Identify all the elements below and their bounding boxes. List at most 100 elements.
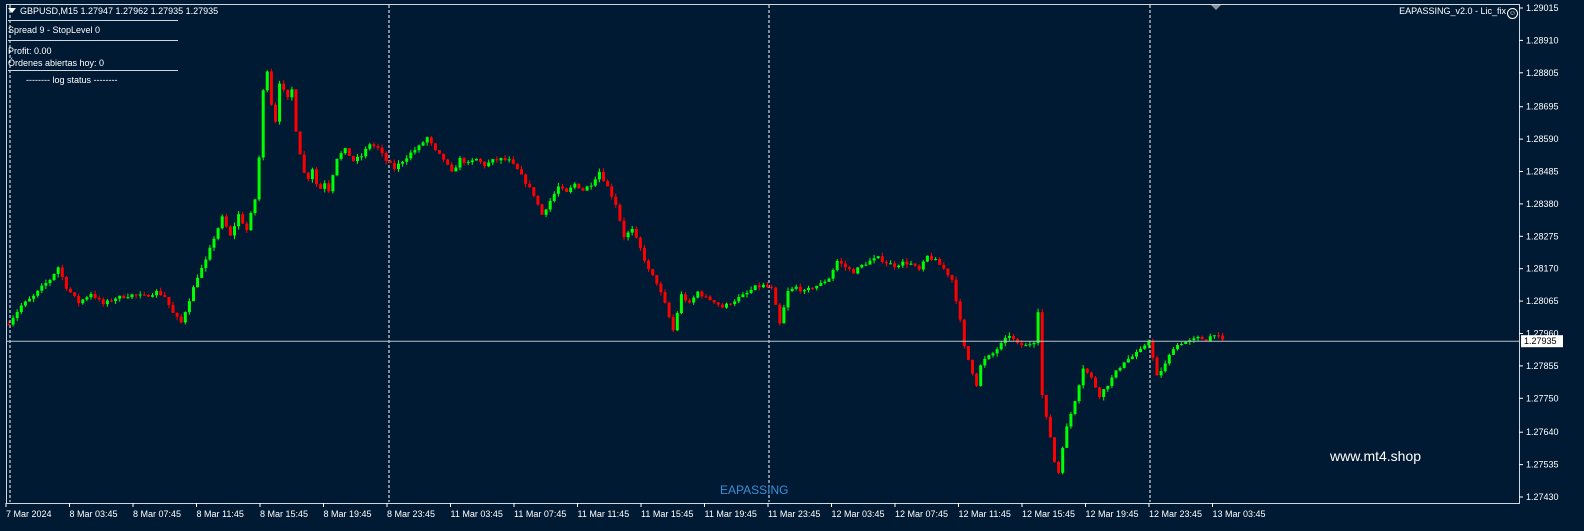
candle-body — [319, 184, 323, 189]
candle-body — [1069, 413, 1073, 427]
time-tick-label: 12 Mar 23:45 — [1149, 509, 1202, 519]
candle-body — [138, 294, 142, 296]
candle-body — [101, 299, 105, 305]
candle-body — [1048, 416, 1052, 438]
candle-body — [499, 158, 503, 161]
candle-body — [876, 256, 880, 259]
time-tick-label: 12 Mar 19:45 — [1086, 509, 1139, 519]
candle-body — [44, 283, 48, 286]
collapse-triangle-icon[interactable] — [8, 8, 16, 13]
candle-body — [384, 153, 388, 161]
price-tick-label: 1.27640 — [1526, 427, 1559, 437]
candle-body — [15, 312, 19, 319]
candle-body — [524, 174, 528, 184]
chart-shift-marker-icon — [1211, 5, 1221, 10]
candle-body — [794, 286, 798, 289]
candle-body — [852, 268, 856, 274]
candle-body — [52, 273, 56, 280]
candle-body — [593, 179, 597, 186]
candle-body — [659, 283, 663, 293]
candle-body — [831, 269, 835, 279]
time-tick-label: 11 Mar 23:45 — [768, 509, 820, 519]
candle-body — [64, 276, 68, 289]
candle-body — [1098, 387, 1102, 398]
candle-body — [1122, 362, 1126, 368]
candle-body — [1217, 335, 1220, 337]
candle-body — [409, 152, 413, 159]
candle-body — [655, 275, 659, 284]
candle-body — [954, 279, 958, 302]
candle-body — [454, 167, 458, 172]
candle-body — [315, 169, 318, 185]
candle-body — [634, 228, 638, 238]
candle-body — [310, 169, 314, 180]
candle-body — [23, 301, 27, 306]
time-tick-label: 12 Mar 03:45 — [832, 509, 885, 519]
candle-body — [618, 204, 622, 221]
candle-body — [921, 261, 925, 270]
candle-body — [696, 291, 700, 298]
candle-body — [1212, 335, 1216, 337]
ea-version-label[interactable]: EAPASSING_v2.0 - Lic_fix ☺ — [1399, 6, 1518, 19]
candle-body — [934, 259, 938, 261]
current-price-label: 1.27935 — [1524, 336, 1557, 346]
candle-body — [647, 260, 651, 270]
ea-info-panel: Spread 9 - StopLevel 0 Profit: 0.00 Órde… — [8, 20, 178, 86]
candle-body — [729, 303, 733, 305]
candle-body — [397, 163, 400, 170]
candle-body — [548, 200, 552, 210]
candle-body — [89, 293, 93, 298]
candle-body — [835, 260, 839, 270]
candle-body — [991, 353, 995, 356]
candle-body — [597, 171, 601, 180]
candle-body — [1155, 357, 1159, 376]
candle-body — [630, 228, 634, 233]
candle-body — [1044, 395, 1048, 417]
candle-body — [224, 216, 228, 227]
candle-body — [651, 269, 655, 276]
candle-body — [1192, 338, 1196, 341]
candle-body — [749, 289, 753, 293]
price-tick-label: 1.28380 — [1526, 199, 1559, 209]
price-tick-label: 1.28170 — [1526, 264, 1559, 274]
candle-body — [1208, 336, 1212, 342]
spread-info: Spread 9 - StopLevel 0 — [8, 25, 101, 35]
candle-body — [561, 186, 564, 189]
candle-body — [708, 296, 712, 301]
candle-body — [446, 159, 450, 165]
smiley-icon[interactable]: ☺ — [1507, 8, 1518, 19]
candle-body — [614, 196, 618, 205]
candle-body — [917, 265, 921, 270]
candle-body — [458, 158, 462, 168]
candle-body — [237, 214, 241, 227]
candle-body — [134, 294, 138, 296]
candle-body — [725, 303, 728, 308]
price-tick-label: 1.28805 — [1526, 68, 1559, 78]
candle-body — [421, 142, 425, 146]
candle-body — [884, 261, 888, 264]
candle-body — [491, 159, 495, 163]
candle-body — [815, 285, 819, 289]
candle-body — [1110, 377, 1114, 386]
candle-body — [425, 137, 429, 143]
candle-body — [995, 349, 999, 354]
time-tick-label: 8 Mar 15:45 — [260, 509, 308, 519]
candle-body — [294, 89, 298, 132]
candle-body — [327, 183, 331, 192]
candle-body — [368, 144, 372, 149]
candle-body — [1135, 351, 1138, 357]
candle-body — [212, 238, 216, 248]
chart-window[interactable]: 1.29015 1.28910 1.28805 1.28695 1.28590 1.284… — [0, 0, 1584, 531]
candle-body — [753, 285, 757, 290]
candle-body — [93, 293, 97, 298]
candle-body — [220, 216, 224, 229]
candles — [7, 68, 1225, 475]
candle-body — [983, 358, 987, 366]
candle-body — [602, 171, 605, 182]
candle-body — [105, 300, 109, 305]
candle-body — [167, 296, 171, 305]
time-tick-label: 8 Mar 23:45 — [387, 509, 435, 519]
candle-body — [905, 261, 909, 265]
candle-body — [761, 284, 765, 288]
candle-body — [807, 287, 810, 291]
